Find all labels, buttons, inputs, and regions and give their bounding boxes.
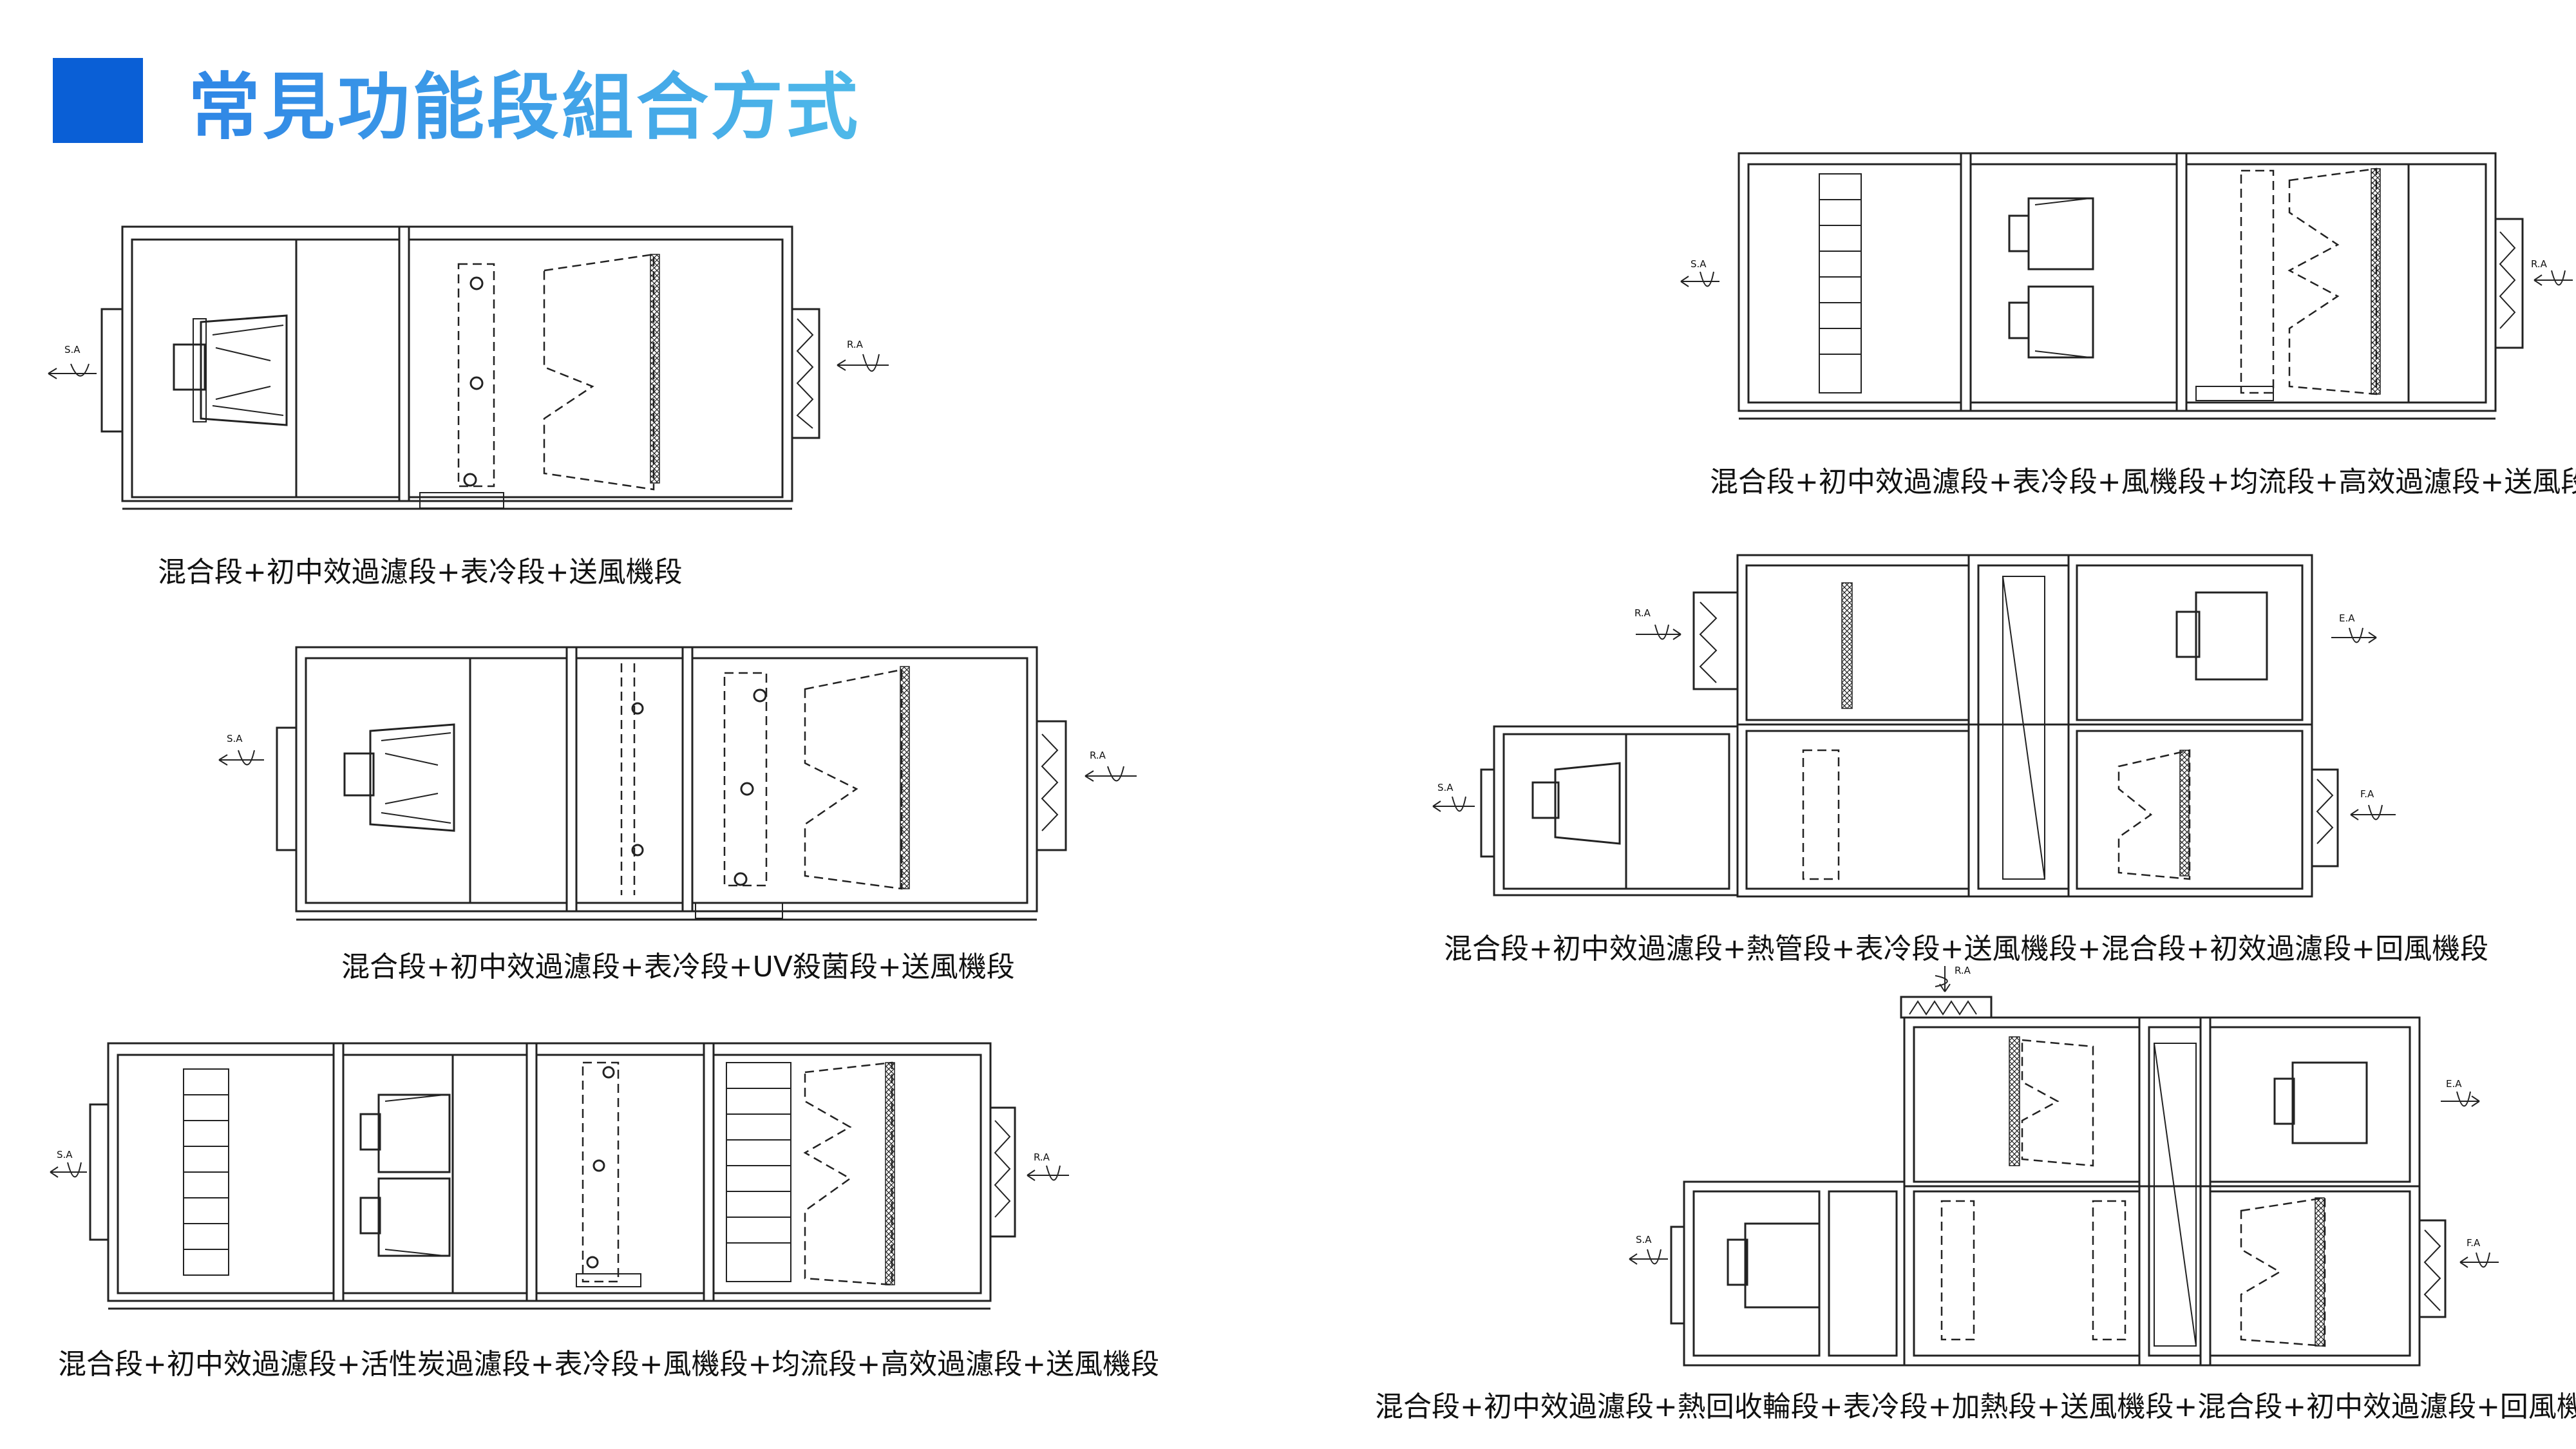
sa-arrow-icon bbox=[218, 750, 264, 766]
caption-unit-6: 混合段+初中效過濾段+熱回收輪段+表冷段+加熱段+送風機段+混合段+初中效過濾段… bbox=[1375, 1390, 2576, 1423]
supply-fan-icon bbox=[1531, 762, 1621, 845]
sa-label: S.A bbox=[64, 344, 80, 355]
fa-label: F.A bbox=[2467, 1237, 2481, 1249]
supply-fan-icon bbox=[173, 314, 288, 426]
sa-arrow-icon bbox=[1680, 271, 1719, 287]
ahu-unit-3 bbox=[89, 1042, 1016, 1310]
ra-label: R.A bbox=[1090, 750, 1106, 761]
caption-unit-1: 混合段+初中效過濾段+表冷段+送風機段 bbox=[158, 556, 683, 589]
fa-label: F.A bbox=[2360, 788, 2374, 800]
ra-arrow-icon bbox=[2533, 270, 2573, 286]
ahu-diagrams: S.A R.A S.A R.A S.A R.A S.A R.A R.A E.A … bbox=[48, 152, 2573, 1367]
hepa-filter-icon bbox=[803, 1061, 893, 1286]
uv-lamp-icon bbox=[620, 663, 636, 895]
sa-label: S.A bbox=[1636, 1234, 1652, 1245]
fan-pair-icon bbox=[2008, 197, 2094, 359]
supply-fan-icon bbox=[1727, 1222, 1821, 1309]
equalizer-icon bbox=[726, 1062, 791, 1282]
filter-panel-icon bbox=[1819, 173, 1862, 393]
supply-fan-icon bbox=[343, 723, 455, 832]
ahu-unit-1 bbox=[100, 225, 820, 510]
sa-arrow-icon bbox=[1432, 796, 1475, 812]
sa-arrow-icon bbox=[48, 363, 97, 379]
coil-icon bbox=[1802, 749, 2191, 880]
sa-label: S.A bbox=[227, 733, 243, 744]
ea-label: E.A bbox=[2339, 612, 2355, 624]
ea-arrow-icon bbox=[2441, 1091, 2480, 1107]
coil-icon bbox=[582, 1061, 620, 1283]
caption-unit-5: 混合段+初中效過濾段+熱管段+表冷段+送風機段+混合段+初效過濾段+回風機段 bbox=[1444, 933, 2489, 965]
ahu-unit-5 bbox=[1480, 554, 2339, 898]
ra-label: R.A bbox=[847, 339, 864, 350]
ea-label: E.A bbox=[2446, 1078, 2462, 1090]
ahu-unit-6 bbox=[1670, 996, 2447, 1367]
ahu-unit-4 bbox=[1738, 152, 2524, 420]
heat-wheel-icon bbox=[2154, 1043, 2197, 1347]
return-fan-icon bbox=[2175, 591, 2268, 681]
carbon-filter-icon bbox=[183, 1068, 229, 1276]
ra-arrow-icon bbox=[1027, 1165, 1069, 1181]
ra-arrow-icon bbox=[1636, 624, 1681, 640]
return-fan-icon bbox=[2273, 1061, 2368, 1144]
ra-arrow-icon bbox=[1935, 966, 1951, 992]
sa-arrow-icon bbox=[50, 1162, 87, 1178]
caption-unit-3: 混合段+初中效過濾段+活性炭過濾段+表冷段+風機段+均流段+高效過濾段+送風機段 bbox=[58, 1348, 1160, 1381]
fan-pair-icon bbox=[359, 1094, 451, 1257]
sa-label: S.A bbox=[1690, 258, 1707, 270]
ra-label: R.A bbox=[1634, 607, 1651, 619]
sa-arrow-icon bbox=[1629, 1249, 1668, 1265]
fa-arrow-icon bbox=[2350, 804, 2396, 820]
filter-icon bbox=[457, 253, 655, 491]
ra-label: R.A bbox=[2531, 258, 2548, 270]
coil-icon bbox=[2240, 167, 2378, 395]
ea-arrow-icon bbox=[2331, 627, 2377, 643]
heat-pipe-icon bbox=[2002, 576, 2045, 880]
filter-icon bbox=[723, 668, 903, 890]
caption-unit-4: 混合段+初中效過濾段+表冷段+風機段+均流段+高效過濾段+送風段 bbox=[1710, 466, 2576, 498]
ra-label: R.A bbox=[1034, 1151, 1050, 1163]
ra-arrow-icon bbox=[1084, 766, 1137, 782]
caption-unit-2: 混合段+初中效過濾段+表冷段+UV殺菌段+送風機段 bbox=[341, 951, 1015, 983]
sa-label: S.A bbox=[1437, 782, 1454, 793]
fa-arrow-icon bbox=[2459, 1252, 2499, 1268]
ahu-unit-2 bbox=[276, 646, 1067, 921]
coil-icon bbox=[1940, 1039, 2326, 1347]
sa-label: S.A bbox=[57, 1149, 73, 1160]
ra-arrow-icon bbox=[837, 354, 889, 372]
